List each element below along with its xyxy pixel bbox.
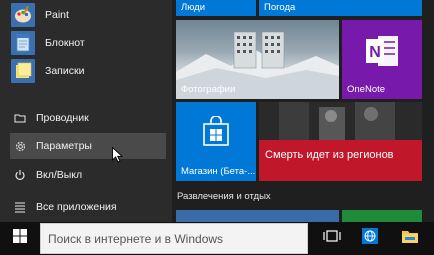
tile-entertainment-2[interactable] (342, 210, 422, 222)
start-item-label: Параметры (36, 140, 92, 152)
tile-label: Люди (181, 2, 206, 13)
recent-app-label: Блокнот (45, 37, 85, 49)
tile-entertainment-1[interactable] (176, 210, 339, 222)
tile-label: Магазин (Бета-... (181, 166, 256, 177)
recent-app-label: Paint (45, 9, 69, 21)
news-photo-image (259, 102, 422, 142)
section-heading: Развлечения и отдых (177, 191, 271, 202)
tile-label: Смерть идет из регионов (265, 149, 394, 161)
recent-app-sticky-notes[interactable]: Записки (0, 58, 172, 84)
search-box[interactable] (40, 223, 308, 254)
start-item-label: Проводник (36, 112, 89, 124)
start-button[interactable] (0, 222, 40, 255)
windows-logo-icon (13, 229, 27, 248)
task-view-icon (322, 229, 342, 248)
internet-explorer-button[interactable] (352, 222, 388, 255)
tile-onenote[interactable]: N OneNote (342, 20, 422, 99)
file-explorer-taskbar-button[interactable] (392, 222, 428, 255)
tile-people[interactable]: Люди (176, 0, 256, 16)
start-item-power[interactable]: Вкл/Выкл (0, 162, 172, 188)
start-item-label: Все приложения (36, 201, 117, 213)
store-bag-icon (202, 115, 230, 151)
start-item-all-apps[interactable]: Все приложения (0, 194, 172, 220)
start-item-file-explorer[interactable]: Проводник (0, 105, 172, 131)
file-explorer-icon (13, 111, 27, 125)
svg-text:N: N (369, 44, 381, 61)
recent-app-label: Записки (45, 65, 85, 77)
file-explorer-folder-icon (401, 229, 419, 249)
internet-explorer-icon (362, 228, 378, 249)
search-input[interactable] (41, 231, 307, 246)
recent-app-paint[interactable]: Paint (0, 2, 172, 28)
tile-label: OneNote (347, 84, 386, 95)
start-menu-left-pane: Paint Блокнот Записки Проводник Параметр… (0, 0, 172, 222)
notepad-icon (11, 31, 35, 55)
power-icon (13, 168, 27, 182)
recent-app-notepad[interactable]: Блокнот (0, 30, 172, 56)
tile-label: Погода (264, 2, 296, 13)
tile-label: Фотографии (181, 84, 236, 95)
onenote-logo-icon: N (364, 32, 400, 70)
paint-icon (11, 3, 35, 27)
start-item-label: Вкл/Выкл (36, 169, 83, 181)
sticky-notes-icon (11, 59, 35, 83)
tile-weather[interactable]: Погода (259, 0, 422, 16)
taskbar (0, 222, 434, 255)
task-view-button[interactable] (314, 222, 350, 255)
tile-store[interactable]: Магазин (Бета-... (176, 102, 256, 181)
start-item-settings[interactable]: Параметры (10, 133, 166, 163)
all-apps-icon (13, 200, 27, 214)
gear-icon (13, 139, 27, 153)
tile-news[interactable]: Смерть идет из регионов (259, 102, 422, 181)
tile-photos[interactable]: Фотографии (176, 20, 339, 99)
